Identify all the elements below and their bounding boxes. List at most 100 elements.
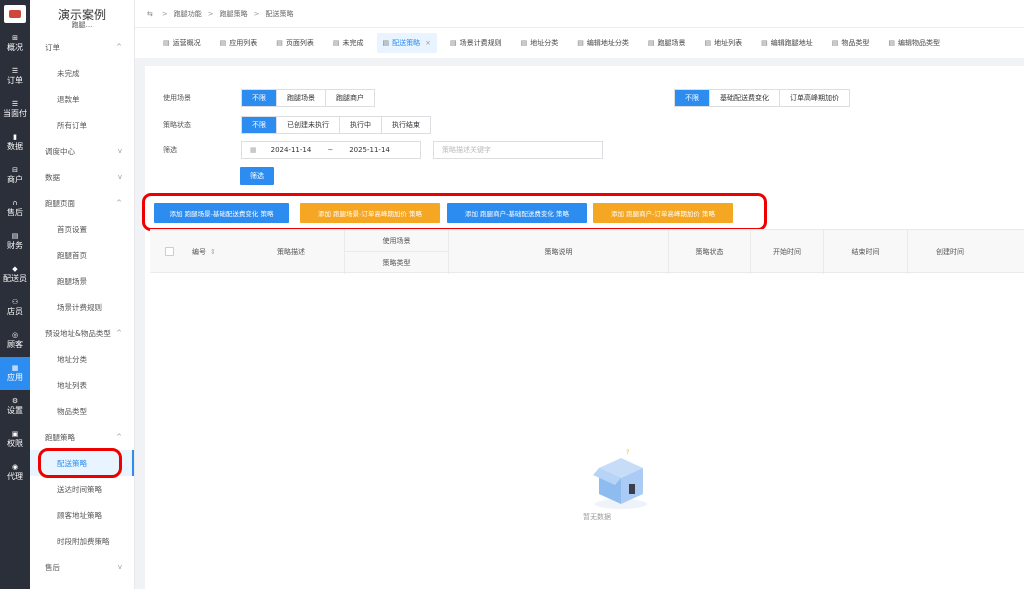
rail-item-0[interactable]: ⊞ 概况 (0, 27, 30, 60)
sidebar-item[interactable]: 跑腿首页 (30, 242, 134, 268)
sidebar-item[interactable]: 跑腿场景 (30, 268, 134, 294)
tab-item[interactable]: ▤ 场景计费规则 (444, 33, 508, 53)
primary-rail: ⊞ 概况 ☰ 订单 ☰ 当面付 ▮ 数据 ⊟ 商户 ∩ 售后 ▤ 财务 ◆ 配送员 ⚇ 店员 ◎ 顾客 ▦ 应用 ⚙ 设置 ▣ 权… (0, 0, 30, 589)
list-icon: ☰ (11, 67, 19, 75)
sidebar-item-label: 跑腿首页 (57, 250, 87, 260)
tab-item[interactable]: ▤ 运营概况 (157, 33, 207, 53)
sidebar-item[interactable]: 场景计费规则 (30, 294, 134, 320)
rail-item-label: 数据 (7, 142, 23, 151)
rail-item-5[interactable]: ∩ 售后 (0, 192, 30, 225)
col-id[interactable]: 编号 ⇕ (192, 230, 232, 274)
close-icon[interactable]: × (425, 39, 431, 47)
chevron-icon: ^ (116, 329, 122, 337)
tab-icon: ▤ (276, 39, 283, 47)
segment-option[interactable]: 跑腿商户 (326, 90, 374, 106)
sidebar-item[interactable]: 送达时间策略 (30, 476, 134, 502)
sidebar-group-label: 跑腿页面 (45, 198, 75, 208)
sidebar-item[interactable]: 所有订单 (30, 112, 134, 138)
tab-item[interactable]: ▤ 未完成 (327, 33, 370, 53)
sidebar-group[interactable]: 数据 v (30, 164, 134, 190)
tab-item[interactable]: ▤ 物品类型 (826, 33, 876, 53)
segment-option[interactable]: 执行中 (340, 117, 382, 133)
rail-item-12[interactable]: ▣ 权限 (0, 423, 30, 456)
rail-item-1[interactable]: ☰ 订单 (0, 60, 30, 93)
sidebar-group[interactable]: 售后 v (30, 554, 134, 580)
segment-option[interactable]: 基础配送费变化 (710, 90, 780, 106)
sidebar-item-label: 地址分类 (57, 354, 87, 364)
rail-item-4[interactable]: ⊟ 商户 (0, 159, 30, 192)
tab-icon: ▤ (577, 39, 584, 47)
col-created: 创建时间 (936, 248, 964, 256)
sidebar-item[interactable]: 顾客地址策略 (30, 502, 134, 528)
tab-item[interactable]: ▤ 配送策略 × (376, 33, 437, 53)
sidebar-group[interactable]: 跑腿页面 ^ (30, 190, 134, 216)
segment-option[interactable]: 不限 (242, 90, 277, 106)
tab-item[interactable]: ▤ 应用列表 (214, 33, 264, 53)
tab-item[interactable]: ▤ 地址列表 (699, 33, 749, 53)
tab-item[interactable]: ▤ 编辑物品类型 (882, 33, 946, 53)
keyword-input[interactable]: 策略描述关键字 (433, 141, 603, 159)
sidebar-item-label: 退款单 (57, 94, 80, 104)
app-logo (4, 5, 26, 23)
sidebar-group[interactable]: 跑腿策略 ^ (30, 424, 134, 450)
tab-item[interactable]: ▤ 跑腿场景 (642, 33, 692, 53)
tab-item[interactable]: ▤ 编辑地址分类 (571, 33, 635, 53)
rail-item-11[interactable]: ⚙ 设置 (0, 390, 30, 423)
breadcrumb-item[interactable]: 跑腿策略 (220, 9, 248, 19)
strategy-panel: 使用场景 不限 跑腿场景 跑腿商户 不限 基础配送费变化 订单高峰期加价 策略状态 不限… (142, 66, 1024, 589)
customer-icon: ◎ (11, 331, 19, 339)
segment-option[interactable]: 订单高峰期加价 (780, 90, 849, 106)
sidebar-item[interactable]: 地址列表 (30, 372, 134, 398)
chart-icon: ▮ (13, 133, 17, 141)
sidebar-subtitle[interactable]: 跑腿... (30, 20, 134, 34)
col-explain: 策略说明 (449, 230, 669, 274)
chevron-icon: v (117, 147, 122, 155)
menu-toggle-icon[interactable]: ⇆ (147, 10, 153, 18)
breadcrumb-separator: > (161, 9, 168, 18)
tab-icon: ▤ (704, 39, 712, 47)
segment-option[interactable]: 不限 (675, 90, 710, 106)
grid-icon: ⊞ (12, 34, 18, 42)
rail-item-9[interactable]: ◎ 顾客 (0, 324, 30, 357)
tab-item[interactable]: ▤ 编辑跑腿地址 (755, 33, 819, 53)
sidebar-item[interactable]: 未完成 (30, 60, 134, 86)
tab-item[interactable]: ▤ 页面列表 (270, 33, 320, 53)
sidebar-item[interactable]: 地址分类 (30, 346, 134, 372)
date-filter-row: 筛选 ▦ 2024-11-14 ~ 2025-11-14 策略描述关键字 (163, 141, 603, 159)
sidebar-item[interactable]: 退款单 (30, 86, 134, 112)
select-all-checkbox[interactable] (165, 247, 174, 256)
rail-item-13[interactable]: ◉ 代理 (0, 456, 30, 489)
rail-item-label: 代理 (7, 472, 23, 481)
col-id-label: 编号 (192, 248, 206, 256)
sidebar-item[interactable]: 首页设置 (30, 216, 134, 242)
tab-label: 应用列表 (229, 39, 258, 47)
breadcrumb-item[interactable]: 跑腿功能 (174, 9, 202, 19)
segment-option[interactable]: 已创建未执行 (277, 117, 340, 133)
rail-item-6[interactable]: ▤ 财务 (0, 225, 30, 258)
sidebar-group[interactable]: 预设地址&物品类型 ^ (30, 320, 134, 346)
rail-item-8[interactable]: ⚇ 店员 (0, 291, 30, 324)
sidebar-item[interactable]: 时段附加费策略 (30, 528, 134, 554)
rail-item-10[interactable]: ▦ 应用 (0, 357, 30, 390)
sidebar-group[interactable]: 订单 ^ (30, 34, 134, 60)
strategy-type-filter: 不限 基础配送费变化 订单高峰期加价 (674, 89, 850, 107)
tab-item[interactable]: ▤ 地址分类 (515, 33, 565, 53)
rail-item-7[interactable]: ◆ 配送员 (0, 258, 30, 291)
segment-option[interactable]: 执行结束 (382, 117, 430, 133)
tab-label: 未完成 (342, 39, 364, 47)
segment-option[interactable]: 跑腿场景 (277, 90, 326, 106)
tab-icon: ▤ (219, 39, 227, 47)
segment-option[interactable]: 不限 (242, 117, 277, 133)
date-range-picker[interactable]: ▦ 2024-11-14 ~ 2025-11-14 (241, 141, 421, 159)
date-range-separator: ~ (327, 146, 334, 154)
rail-item-3[interactable]: ▮ 数据 (0, 126, 30, 159)
tab-icon: ▤ (332, 39, 340, 47)
tab-label: 物品类型 (841, 39, 870, 47)
sidebar-group-label: 预设地址&物品类型 (45, 328, 111, 338)
sidebar-item-label: 未完成 (57, 68, 80, 78)
rail-item-2[interactable]: ☰ 当面付 (0, 93, 30, 126)
filter-button[interactable]: 筛选 (240, 167, 274, 185)
sidebar-item[interactable]: 物品类型 (30, 398, 134, 424)
sort-icon[interactable]: ⇕ (210, 248, 216, 256)
sidebar-group[interactable]: 调度中心 v (30, 138, 134, 164)
